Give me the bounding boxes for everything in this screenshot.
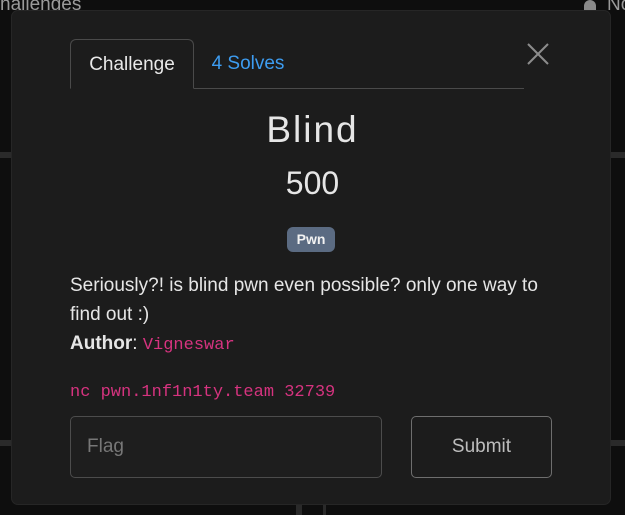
tab-challenge[interactable]: Challenge bbox=[70, 39, 194, 89]
background-divider bbox=[610, 440, 625, 446]
connection-command: nc pwn.1nf1n1ty.team 32739 bbox=[70, 383, 336, 402]
close-button[interactable] bbox=[526, 42, 550, 66]
author-name: Vigneswar bbox=[142, 336, 235, 355]
author-separator: : bbox=[132, 333, 138, 354]
background-divider bbox=[0, 152, 12, 158]
close-icon bbox=[527, 43, 549, 65]
background-divider bbox=[610, 152, 625, 158]
background-nav-text-right: No bbox=[607, 0, 625, 15]
background-divider bbox=[0, 440, 12, 446]
author-line: Author: Vigneswar bbox=[70, 329, 235, 360]
background-divider bbox=[296, 504, 302, 515]
challenge-name: Blind bbox=[266, 109, 359, 150]
challenge-points: 500 bbox=[285, 165, 340, 201]
author-label: Author bbox=[70, 333, 133, 354]
flag-input[interactable] bbox=[70, 416, 382, 478]
background-divider bbox=[323, 504, 326, 515]
challenge-tabs: Challenge 4 Solves bbox=[70, 39, 524, 89]
tab-solves[interactable]: 4 Solves bbox=[201, 39, 295, 88]
challenge-description: Seriously?! is blind pwn even possible? … bbox=[70, 275, 538, 325]
category-badge: Pwn bbox=[287, 227, 335, 252]
submit-button[interactable]: Submit bbox=[411, 416, 552, 478]
